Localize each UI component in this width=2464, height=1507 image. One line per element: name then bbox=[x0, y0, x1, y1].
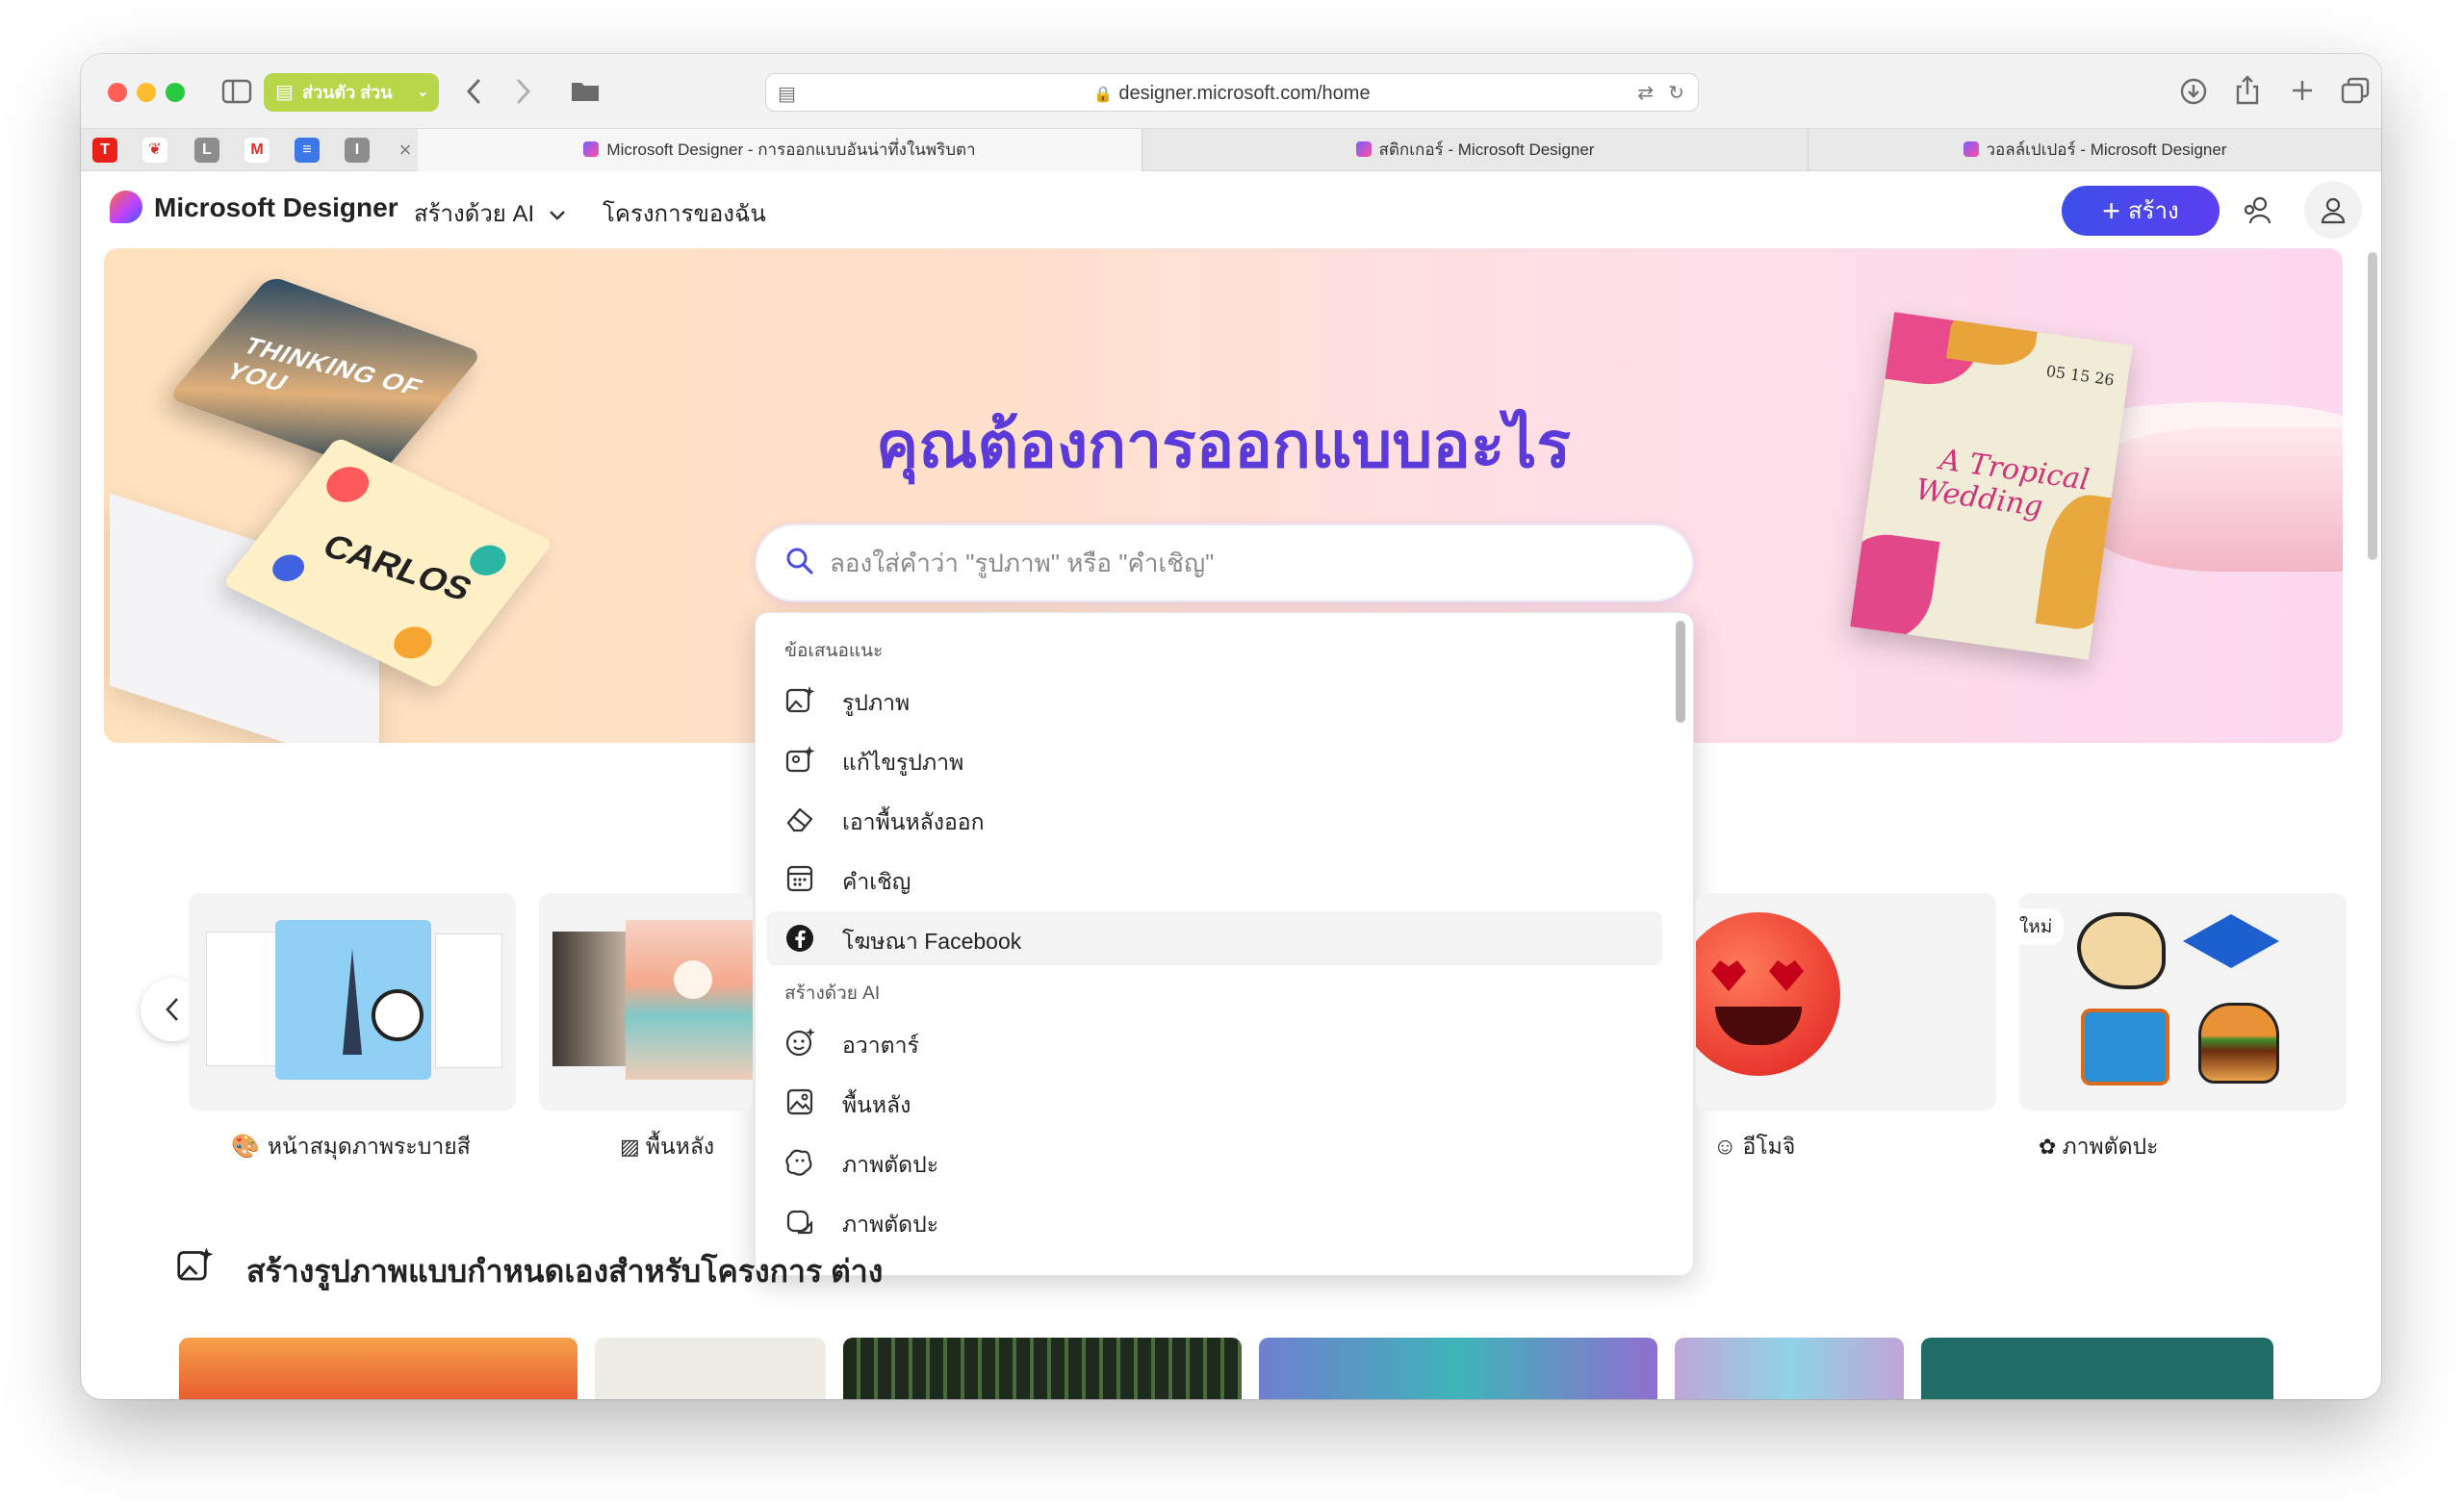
nav-create-with-ai[interactable]: สร้างด้วย AI bbox=[414, 194, 566, 232]
download-icon[interactable] bbox=[2179, 77, 2208, 106]
sticker-icon: ✿ bbox=[2039, 1135, 2057, 1159]
palette-icon: 🎨 bbox=[231, 1134, 260, 1160]
designer-favicon-icon bbox=[1963, 141, 1979, 157]
designer-favicon-icon bbox=[583, 141, 600, 157]
thumbnail-balloons[interactable] bbox=[1259, 1338, 1657, 1399]
tab-group-icon: ▤ bbox=[275, 82, 294, 103]
tab-group-label: ส่วนตัว ส่วน bbox=[302, 83, 393, 102]
person-icon bbox=[2321, 197, 2346, 224]
carousel-label-sticker[interactable]: ✿ ภาพตัดปะ bbox=[2039, 1130, 2159, 1164]
app-header: Microsoft Designer สร้างด้วย AI โครงการข… bbox=[81, 171, 2381, 248]
carousel-card-background[interactable] bbox=[539, 893, 753, 1111]
nav-my-projects[interactable]: โครงการของฉัน bbox=[603, 194, 766, 232]
suggestions-heading: ข้อเสนอแนะ bbox=[784, 641, 884, 661]
tropical-wedding-card-image: 05 15 26 A Tropical Wedding bbox=[1850, 312, 2133, 660]
new-tab-icon[interactable] bbox=[2291, 79, 2314, 102]
lock-icon: 🔒 bbox=[1093, 87, 1114, 103]
pinned-tab-l-icon[interactable]: L bbox=[194, 138, 219, 163]
chevron-down-icon: ⌄ bbox=[416, 84, 429, 100]
translate-icon[interactable]: ⇄ bbox=[1637, 81, 1654, 105]
browser-window: ▤ ส่วนตัว ส่วน ⌄ ▤ 🔒 designer.microsoft.c… bbox=[81, 54, 2381, 1399]
thumbnail-window[interactable] bbox=[1675, 1338, 1904, 1399]
thumbnail-teal[interactable] bbox=[1921, 1338, 2273, 1399]
tab-bar: T ❦ L M ≡ I × Microsoft Designer - การออ… bbox=[81, 129, 2381, 171]
tab-overview-icon[interactable] bbox=[2341, 77, 2370, 104]
facebook-icon bbox=[786, 925, 813, 952]
pinned-tab-docs-icon[interactable]: ≡ bbox=[295, 138, 320, 163]
image-sparkle-icon bbox=[785, 686, 815, 713]
sidebar-toggle-icon[interactable] bbox=[221, 79, 252, 104]
reload-icon[interactable]: ↻ bbox=[1668, 81, 1684, 105]
url-text: designer.microsoft.com/home bbox=[1118, 83, 1371, 104]
carousel-label-emoji[interactable]: ☺ อีโมจิ bbox=[1713, 1130, 1795, 1164]
pinned-tab-t-icon[interactable]: T bbox=[92, 138, 117, 163]
carousel-card-coloring-page[interactable] bbox=[189, 893, 516, 1111]
chevron-down-icon bbox=[550, 211, 565, 220]
pinned-tab-apple-icon[interactable]: ❦ bbox=[142, 138, 167, 163]
search-suggestions-dropdown: ข้อเสนอแนะ รูปภาพ แก้ไขรูปภาพ เอาพื้นหลั… bbox=[755, 612, 1694, 1276]
suggestion-facebook-ad[interactable]: โฆษณา Facebook bbox=[767, 911, 1662, 965]
new-badge: ใหม่ bbox=[2008, 908, 2065, 945]
tab-stickers[interactable]: สติกเกอร์ - Microsoft Designer bbox=[1142, 129, 1808, 171]
image-sparkle-icon bbox=[177, 1247, 214, 1281]
ai-item-avatar[interactable]: อวาตาร์ bbox=[767, 1015, 1662, 1069]
eraser-icon bbox=[786, 807, 813, 832]
carousel-card-sticker[interactable] bbox=[2019, 893, 2347, 1111]
tab-wallpapers[interactable]: วอลล์เปเปอร์ - Microsoft Designer bbox=[1808, 129, 2381, 171]
chevron-left-icon bbox=[166, 998, 178, 1021]
plus-icon: + bbox=[2102, 193, 2120, 228]
thumbnail-minimal[interactable] bbox=[595, 1338, 826, 1399]
calendar-icon bbox=[786, 865, 813, 892]
suggestion-image[interactable]: รูปภาพ bbox=[767, 673, 1662, 727]
custom-images-section-title: สร้างรูปภาพแบบกำหนดเองสำหรับโครงการ ต่าง bbox=[246, 1254, 884, 1289]
suggestion-remove-background[interactable]: เอาพื้นหลังออก bbox=[767, 792, 1662, 846]
folder-icon[interactable] bbox=[570, 77, 601, 104]
share-icon[interactable] bbox=[2235, 75, 2260, 106]
close-window-button[interactable] bbox=[108, 83, 127, 102]
carousel-card-emoji[interactable] bbox=[1696, 893, 1996, 1111]
carousel-label-coloring-page[interactable]: 🎨 หน้าสมุดภาพระบายสี bbox=[231, 1130, 471, 1164]
tab-group-button[interactable]: ▤ ส่วนตัว ส่วน ⌄ bbox=[264, 73, 439, 112]
ai-item-sticker[interactable]: ภาพตัดปะ bbox=[767, 1135, 1662, 1188]
suggestion-invitation[interactable]: คำเชิญ bbox=[767, 852, 1662, 906]
dropdown-scrollbar[interactable] bbox=[1676, 621, 1685, 723]
browser-toolbar: ▤ ส่วนตัว ส่วน ⌄ ▤ 🔒 designer.microsoft.c… bbox=[81, 54, 2381, 129]
designer-logo-icon[interactable] bbox=[110, 191, 142, 223]
background-image-icon: ▨ bbox=[620, 1135, 640, 1159]
brand-name[interactable]: Microsoft Designer bbox=[154, 192, 398, 223]
image-edit-icon bbox=[785, 746, 815, 773]
suggestion-edit-image[interactable]: แก้ไขรูปภาพ bbox=[767, 732, 1662, 786]
thumbnail-forest[interactable] bbox=[843, 1338, 1242, 1399]
minimize-window-button[interactable] bbox=[137, 83, 156, 102]
page-scrollbar[interactable] bbox=[2368, 252, 2377, 560]
zoom-window-button[interactable] bbox=[166, 83, 185, 102]
carousel-label-background[interactable]: ▨ พื้นหลัง bbox=[620, 1130, 714, 1164]
search-icon bbox=[786, 548, 813, 575]
ai-item-background[interactable]: พื้นหลัง bbox=[767, 1075, 1662, 1129]
back-icon[interactable] bbox=[464, 77, 483, 106]
profile-avatar[interactable] bbox=[2304, 181, 2362, 239]
thumbnail-autumn[interactable] bbox=[179, 1338, 578, 1399]
pinned-tab-i-icon[interactable]: I bbox=[345, 138, 370, 163]
ai-item-sticker-alt[interactable]: ภาพตัดปะ bbox=[767, 1194, 1662, 1248]
create-with-ai-heading: สร้างด้วย AI bbox=[784, 983, 881, 1004]
search-input[interactable] bbox=[830, 539, 1657, 587]
emoji-sparkle-icon: ☺ bbox=[1713, 1134, 1737, 1160]
address-bar[interactable]: ▤ 🔒 designer.microsoft.com/home ⇄ ↻ bbox=[765, 73, 1699, 112]
tab-designer-home[interactable]: Microsoft Designer - การออกแบบอันน่าทึ่ง… bbox=[418, 129, 1142, 171]
search-box[interactable] bbox=[755, 524, 1694, 602]
create-button[interactable]: + สร้าง bbox=[2062, 186, 2220, 236]
pinned-tab-gmail-icon[interactable]: M bbox=[244, 138, 270, 163]
avatar-sparkle-icon bbox=[785, 1028, 815, 1057]
account-switch-icon[interactable] bbox=[2241, 194, 2273, 227]
sticker-alt-icon bbox=[786, 1210, 813, 1235]
close-tab-icon[interactable]: × bbox=[393, 138, 418, 163]
designer-favicon-icon bbox=[1355, 141, 1372, 157]
background-image-icon bbox=[786, 1088, 813, 1115]
sticker-icon bbox=[785, 1149, 812, 1176]
forward-icon[interactable] bbox=[514, 77, 533, 106]
